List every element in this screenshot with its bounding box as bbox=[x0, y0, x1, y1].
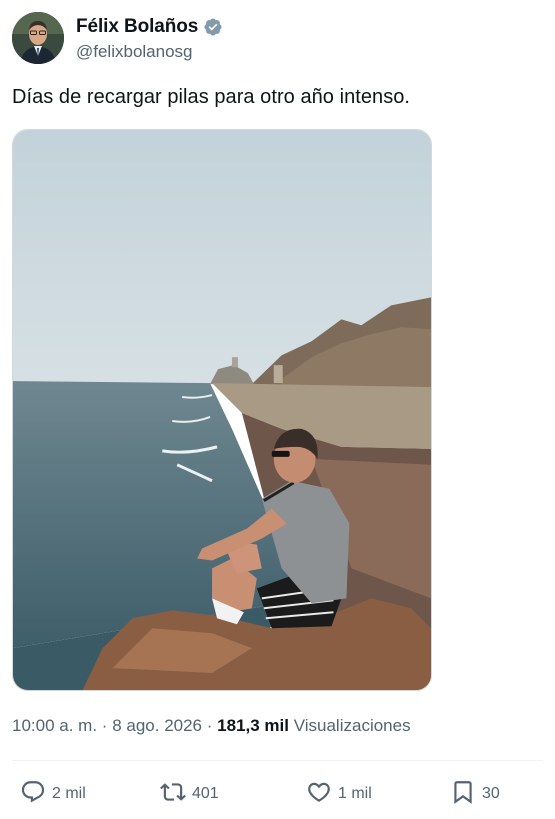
reply-count: 2 mil bbox=[52, 785, 86, 802]
author-handle[interactable]: @felixbolanosg bbox=[76, 42, 193, 62]
tweet-text: Días de recargar pilas para otro año int… bbox=[12, 86, 411, 108]
tweet-time[interactable]: 10:00 a. m. bbox=[12, 716, 97, 735]
views-count: 181,3 mil bbox=[217, 716, 289, 735]
reply-icon bbox=[20, 779, 46, 810]
reply-button[interactable]: 2 mil bbox=[20, 778, 86, 810]
verified-badge-icon bbox=[203, 17, 223, 37]
heart-icon bbox=[306, 779, 332, 810]
repost-icon bbox=[160, 779, 186, 810]
like-button[interactable]: 1 mil bbox=[306, 778, 372, 810]
like-count: 1 mil bbox=[338, 785, 372, 802]
tweet-date[interactable]: 8 ago. 2026 bbox=[112, 716, 202, 735]
divider bbox=[12, 760, 543, 761]
tweet-meta: 10:00 a. m. · 8 ago. 2026 · 181,3 mil Vi… bbox=[12, 716, 411, 736]
meta-separator: · bbox=[101, 716, 108, 735]
tweet-photo[interactable] bbox=[12, 129, 432, 691]
avatar[interactable] bbox=[12, 12, 64, 64]
author-name[interactable]: Félix Bolaños bbox=[76, 16, 198, 38]
tweet-header: Félix Bolaños @felixbolanosg bbox=[12, 12, 542, 64]
repost-button[interactable]: 401 bbox=[160, 778, 219, 810]
action-bar: 2 mil 401 1 mil 30 bbox=[0, 778, 555, 810]
bookmark-icon bbox=[450, 779, 476, 810]
bookmark-button[interactable]: 30 bbox=[450, 778, 500, 810]
meta-separator: · bbox=[206, 716, 213, 735]
views-label: Visualizaciones bbox=[293, 716, 411, 735]
bookmark-count: 30 bbox=[482, 785, 500, 802]
repost-count: 401 bbox=[192, 785, 219, 802]
